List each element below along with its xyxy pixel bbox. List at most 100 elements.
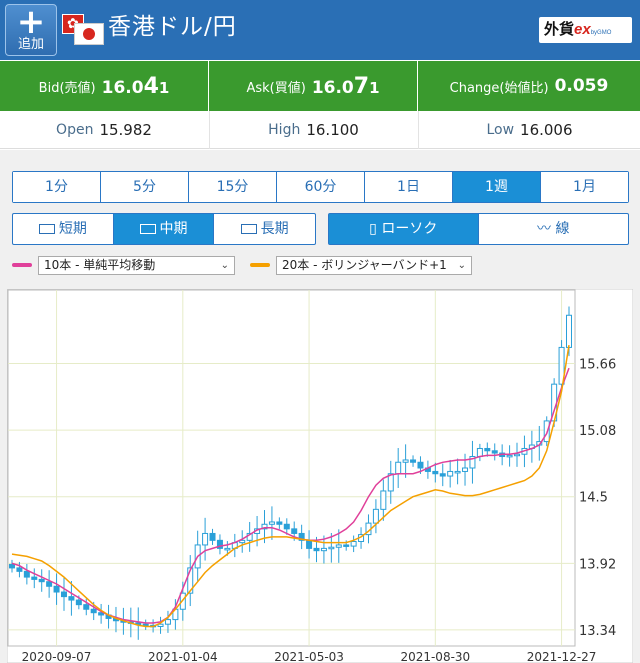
candle bbox=[9, 563, 15, 569]
x-tick-label: 2021-08-30 bbox=[400, 650, 470, 663]
x-tick-label: 2021-05-03 bbox=[274, 650, 344, 663]
y-tick-label: 15.66 bbox=[579, 357, 616, 372]
ask-label: Ask(買値) bbox=[246, 80, 306, 96]
ask-value: 16.071 bbox=[311, 73, 380, 99]
candle bbox=[447, 470, 454, 477]
candle bbox=[268, 521, 275, 525]
candle bbox=[283, 523, 290, 530]
line-chart-button[interactable]: 〰 線 bbox=[479, 214, 629, 244]
candle bbox=[372, 508, 379, 524]
candlestick-icon: ▯ bbox=[369, 221, 382, 237]
app-header: + 追加 ✿ 香港ドル/円 外貨exbyGMO bbox=[0, 0, 640, 60]
candle bbox=[335, 544, 342, 548]
add-button-label: 追加 bbox=[17, 37, 44, 52]
currency-pair-title: 香港ドル/円 bbox=[108, 14, 237, 40]
candle bbox=[75, 599, 82, 606]
long-term-icon bbox=[240, 224, 257, 234]
bollinger-select[interactable]: 20本 - ボリンジャーバンド+1 ⌄ bbox=[276, 255, 472, 275]
high-stat: High 16.100 bbox=[209, 111, 417, 149]
price-chart[interactable]: 13.34 13.92 14.5 15.08 15.66 2020-09-07 2021-0… bbox=[7, 289, 633, 663]
line-chart-icon: 〰 bbox=[537, 221, 556, 237]
candle bbox=[46, 581, 53, 587]
tab-1month[interactable]: 1月 bbox=[541, 172, 628, 202]
y-tick-label: 13.92 bbox=[579, 557, 616, 572]
candle bbox=[224, 547, 231, 551]
plot-area bbox=[7, 289, 576, 647]
candle bbox=[476, 447, 483, 458]
candlestick-button[interactable]: ▯ ローソク bbox=[329, 214, 479, 244]
period-selector: 短期 中期 長期 bbox=[12, 213, 316, 245]
y-tick-label: 15.08 bbox=[579, 424, 616, 439]
candle bbox=[491, 450, 498, 454]
chevron-down-icon: ⌄ bbox=[220, 259, 229, 271]
candle bbox=[53, 585, 60, 593]
chart-type-selector: ▯ ローソク 〰 線 bbox=[328, 213, 629, 245]
candle bbox=[417, 461, 424, 469]
candle bbox=[276, 521, 283, 525]
period-short-button[interactable]: 短期 bbox=[13, 214, 114, 244]
candle bbox=[38, 578, 45, 583]
bid-quote[interactable]: Bid(売値) 16.041 bbox=[0, 61, 208, 111]
change-quote: Change(始値比) 0.059 bbox=[418, 61, 640, 111]
candle bbox=[402, 459, 409, 463]
candle bbox=[164, 619, 171, 625]
tab-60min[interactable]: 60分 bbox=[277, 172, 365, 202]
brand-logo: 外貨exbyGMO bbox=[539, 17, 632, 43]
candle bbox=[31, 576, 38, 580]
candle bbox=[68, 596, 75, 601]
candle bbox=[313, 547, 320, 552]
candle bbox=[506, 454, 513, 458]
candle bbox=[484, 447, 491, 452]
candle bbox=[410, 459, 417, 463]
candle bbox=[350, 540, 357, 547]
add-button[interactable]: + 追加 bbox=[5, 4, 57, 56]
candle bbox=[462, 467, 469, 472]
y-tick-label: 14.5 bbox=[579, 491, 608, 506]
mid-term-icon bbox=[139, 224, 156, 234]
japan-flag-icon bbox=[74, 23, 104, 45]
tab-1min[interactable]: 1分 bbox=[13, 172, 101, 202]
x-tick-label: 2021-01-04 bbox=[148, 650, 218, 663]
tab-15min[interactable]: 15分 bbox=[189, 172, 277, 202]
indicator-ma: 10本 - 単純平均移動 ⌄ bbox=[12, 255, 235, 275]
candle bbox=[83, 604, 90, 610]
low-stat: Low 16.006 bbox=[418, 111, 640, 149]
indicator-bollinger: 20本 - ボリンジャーバンド+1 ⌄ bbox=[250, 255, 472, 275]
candle bbox=[291, 528, 298, 534]
candle bbox=[23, 570, 30, 578]
change-value: 0.059 bbox=[554, 76, 609, 96]
ma-select[interactable]: 10本 - 単純平均移動 ⌄ bbox=[38, 255, 235, 275]
price-stats: Open 15.982 High 16.100 Low 16.006 bbox=[0, 111, 640, 149]
candle bbox=[380, 490, 387, 510]
candle bbox=[328, 546, 335, 550]
candle bbox=[16, 567, 23, 572]
candle bbox=[454, 470, 461, 474]
candle bbox=[566, 314, 572, 348]
bid-label: Bid(売値) bbox=[38, 80, 96, 96]
ask-quote[interactable]: Ask(買値) 16.071 bbox=[209, 61, 417, 111]
tab-1week[interactable]: 1週 bbox=[453, 172, 541, 202]
bollinger-swatch bbox=[250, 263, 270, 267]
chevron-down-icon: ⌄ bbox=[457, 259, 466, 271]
candle bbox=[209, 532, 216, 541]
tab-5min[interactable]: 5分 bbox=[101, 172, 189, 202]
candle bbox=[60, 591, 67, 598]
y-tick-label: 13.34 bbox=[579, 624, 616, 639]
candle bbox=[432, 470, 439, 475]
change-label: Change(始値比) bbox=[449, 80, 549, 96]
candle bbox=[395, 461, 402, 475]
bid-value: 16.041 bbox=[101, 73, 170, 99]
short-term-icon bbox=[38, 224, 55, 234]
open-stat: Open 15.982 bbox=[56, 121, 152, 139]
period-mid-button[interactable]: 中期 bbox=[113, 214, 215, 244]
tab-1day[interactable]: 1日 bbox=[365, 172, 453, 202]
candle bbox=[320, 547, 327, 552]
currency-flags: ✿ bbox=[62, 14, 104, 48]
candle bbox=[202, 532, 209, 546]
candle bbox=[306, 539, 313, 549]
candle bbox=[343, 544, 350, 547]
candle bbox=[439, 473, 446, 477]
candle bbox=[514, 453, 521, 457]
plus-icon: + bbox=[16, 2, 46, 42]
period-long-button[interactable]: 長期 bbox=[214, 214, 315, 244]
